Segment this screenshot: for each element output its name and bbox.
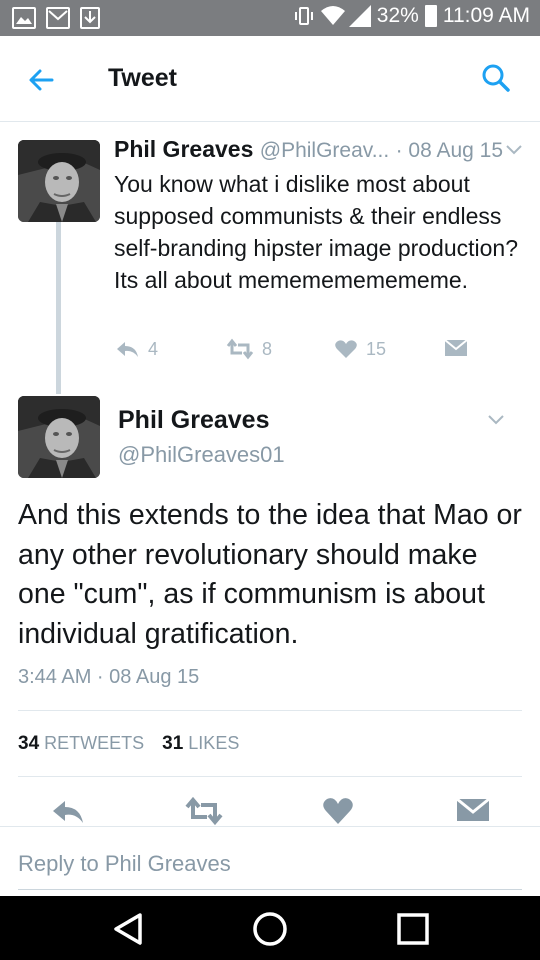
like-action[interactable]: 15 xyxy=(334,338,386,360)
status-time: 11:09 AM xyxy=(442,4,530,27)
system-nav-bar xyxy=(0,896,540,960)
nav-home-button[interactable] xyxy=(251,910,289,948)
retweets-number: 34 xyxy=(18,733,40,754)
envelope-icon xyxy=(444,339,468,356)
picture-icon xyxy=(12,7,36,29)
parent-tweet-text: You know what i dislike most about suppo… xyxy=(114,171,519,293)
search-button[interactable] xyxy=(478,60,514,96)
main-tweet-actions xyxy=(0,796,540,826)
retweet-count: 8 xyxy=(262,338,273,359)
thread-connector xyxy=(56,222,61,394)
parent-author-handle: @PhilGreav... xyxy=(259,139,390,162)
main-tweet-timestamp: 3:44 AM · 08 Aug 15 xyxy=(18,666,200,688)
reply-composer: Reply to Phil Greaves xyxy=(0,826,540,896)
retweet-icon xyxy=(185,796,223,826)
main-author-handle[interactable]: @PhilGreaves01 xyxy=(118,442,285,468)
notification-icons xyxy=(12,7,100,29)
tweet-stats: 34 RETWEETS 31 LIKES xyxy=(18,733,239,755)
parent-author-name[interactable]: Phil Greaves xyxy=(114,136,253,162)
heart-icon xyxy=(323,798,353,824)
retweets-stat[interactable]: 34 RETWEETS xyxy=(18,733,144,755)
reply-icon xyxy=(117,342,138,357)
signal-icon xyxy=(348,5,371,27)
retweet-action[interactable]: 8 xyxy=(226,338,272,360)
reply-action[interactable]: 4 xyxy=(114,338,158,360)
status-bar: 32% 11:09 AM xyxy=(0,0,540,36)
portrait-image xyxy=(18,140,100,222)
wifi-icon xyxy=(320,5,345,27)
nav-recents-button[interactable] xyxy=(394,910,432,948)
main-tweet-text: And this extends to the idea that Mao or… xyxy=(18,499,522,650)
envelope-icon xyxy=(456,797,490,821)
message-action[interactable] xyxy=(444,338,468,358)
nav-back-button[interactable] xyxy=(110,910,148,948)
reply-button[interactable] xyxy=(50,796,86,826)
reply-icon xyxy=(53,801,83,823)
search-icon xyxy=(482,64,510,92)
reply-input[interactable]: Reply to Phil Greaves xyxy=(18,851,231,877)
likes-label: LIKES xyxy=(188,733,240,753)
retweets-label: RETWEETS xyxy=(44,733,145,753)
avatar[interactable] xyxy=(18,396,100,478)
retweet-button[interactable] xyxy=(184,796,224,826)
heart-icon xyxy=(335,340,357,358)
chevron-down-icon xyxy=(506,145,522,155)
recents-square-icon xyxy=(397,913,429,945)
reply-input-underline xyxy=(18,889,522,890)
avatar[interactable] xyxy=(18,140,100,222)
back-triangle-icon xyxy=(114,913,142,945)
back-button[interactable] xyxy=(22,60,62,100)
download-icon xyxy=(80,7,100,29)
app-header: Tweet xyxy=(0,36,540,122)
home-circle-icon xyxy=(253,912,287,946)
vibrate-icon xyxy=(293,5,315,27)
divider xyxy=(18,710,522,711)
retweet-icon xyxy=(226,338,254,360)
parent-tweet-date: · 08 Aug 15 xyxy=(395,139,504,162)
system-indicators: 32% 11:09 AM xyxy=(293,4,530,28)
main-menu-button[interactable] xyxy=(486,412,506,428)
page-title: Tweet xyxy=(108,64,177,92)
mail-icon xyxy=(46,7,70,29)
like-count: 15 xyxy=(366,338,387,359)
message-button[interactable] xyxy=(456,796,492,826)
parent-tweet-actions: 4 8 15 xyxy=(114,338,474,366)
main-author-name[interactable]: Phil Greaves xyxy=(118,406,269,435)
likes-stat[interactable]: 31 LIKES xyxy=(162,733,239,755)
parent-menu-button[interactable] xyxy=(504,142,524,158)
divider xyxy=(18,776,522,777)
arrow-left-icon xyxy=(29,69,54,91)
likes-number: 31 xyxy=(162,733,184,754)
battery-icon xyxy=(424,5,437,27)
chevron-down-icon xyxy=(488,415,504,425)
parent-tweet-header[interactable]: Phil Greaves @PhilGreav... · 08 Aug 15 xyxy=(114,136,503,163)
portrait-image xyxy=(18,396,100,478)
battery-percent: 32% xyxy=(376,4,419,27)
reply-count: 4 xyxy=(148,338,159,359)
like-button[interactable] xyxy=(322,796,358,826)
